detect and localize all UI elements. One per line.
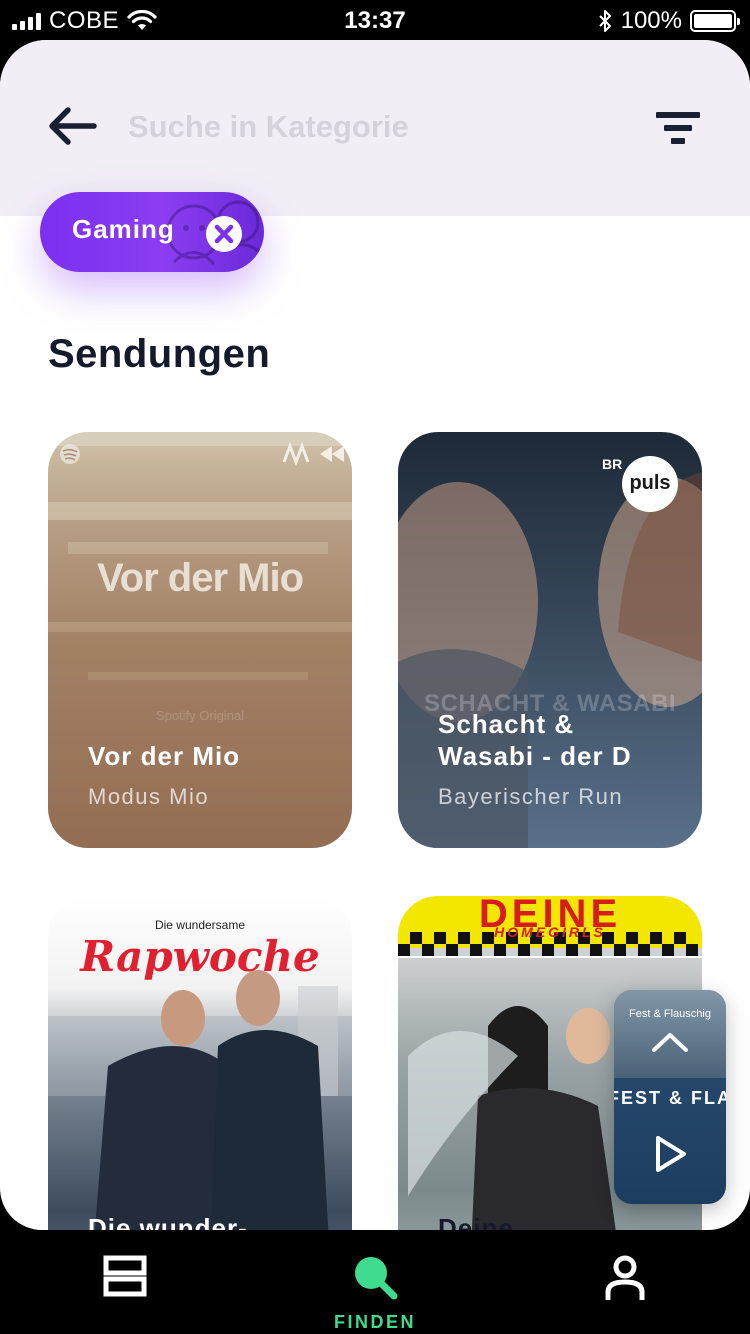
card-subtitle: Modus Mio [88,784,210,809]
search-icon [355,1257,398,1300]
card-title: Vor der Mio [88,741,241,771]
search-input[interactable] [128,104,588,150]
tab-label-finden: FINDEN [334,1312,416,1332]
mini-player-title: FEST & FLA [614,1088,726,1108]
tab-profile[interactable] [580,1230,670,1334]
card-title: Deine Homegirls [438,1213,514,1230]
cover-title: Rapwoche [80,932,320,981]
status-bar: COBE 13:37 100% [0,0,750,40]
section-title: Sendungen [48,332,271,376]
mini-player[interactable]: Fest & Flauschig FEST & FLA [614,990,726,1204]
mini-player-show: Fest & Flauschig [629,1008,711,1020]
cover-caption: Spotify Original [155,708,245,723]
puls-label: puls [629,472,671,494]
chip-label: Gaming [72,214,175,244]
show-card-rapwoche[interactable]: Die wundersame Rapwoche Die wunder- same… [48,896,352,1230]
tab-bar: FINDEN [0,1230,750,1334]
battery-percent: 100% [620,7,682,34]
filter-icon[interactable] [652,108,704,148]
card-title: Die wunder- same Rapwoch [88,1213,248,1230]
tab-finden[interactable]: FINDEN [320,1230,430,1334]
arrow-left-icon[interactable] [44,102,100,150]
br-logo: BR [602,456,623,472]
library-icon [103,1255,147,1297]
tab-library[interactable] [80,1230,170,1334]
cover-kicker: Die wundersame [154,918,246,932]
show-card-vor-der-mio[interactable]: Vor der Mio Spotify Original Vor der Mio… [48,432,352,848]
show-card-schacht-wasabi[interactable]: puls BR SCHACHT & WASABI Schacht & Wasab… [398,432,702,848]
bluetooth-icon [598,10,611,32]
battery-icon [690,10,740,32]
profile-icon [605,1255,645,1300]
status-right: 100% [597,7,740,35]
app-screen: Gaming Sendungen Vor der Mio Spotify Ori… [0,40,750,1230]
search-header [0,40,750,216]
play-icon[interactable] [652,1134,688,1174]
chevron-up-icon[interactable] [650,1028,690,1056]
cover-title: Vor der Mio [96,556,304,600]
close-icon[interactable] [206,216,242,252]
card-title: Schacht & Wasabi - der D [438,709,632,771]
card-subtitle: Bayerischer Run [438,784,624,809]
cover-subtitle: HOMEGIRLS [494,924,606,940]
